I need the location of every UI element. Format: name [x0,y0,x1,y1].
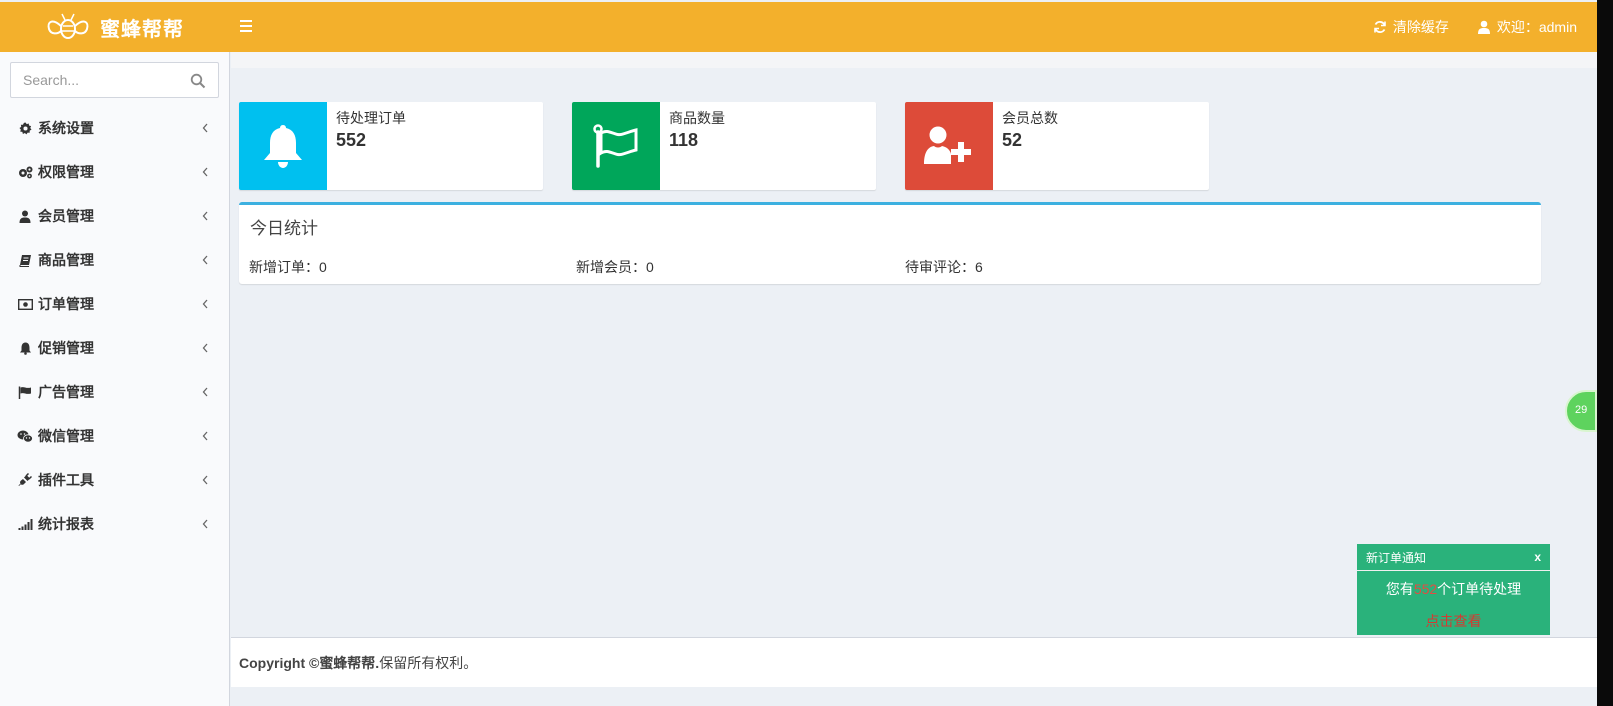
window-edge [1597,0,1613,706]
notification-close-button[interactable]: x [1534,550,1541,564]
sidebar-item-label: 促销管理 [38,341,94,357]
stat-pending-reviews: 待审评论：6 [905,259,983,275]
bell-icon [17,340,33,356]
sidebar-item-label: 插件工具 [38,473,94,489]
footer-brand-link[interactable]: 蜜蜂帮帮. [319,653,379,673]
brand[interactable]: 蜜蜂帮帮 [0,2,230,52]
stat-new-members: 新增会员：0 [576,259,654,275]
sidebar-item-ads[interactable]: 广告管理 [0,370,229,414]
notification-title: 新订单通知 [1366,550,1427,565]
sidebar-item-plugins[interactable]: 插件工具 [0,458,229,502]
user-plus-icon [905,102,993,190]
sidebar-item-wechat[interactable]: 微信管理 [0,414,229,458]
today-stats-panel: 今日统计 新增订单：0 新增会员：0 待审评论：6 [239,202,1541,284]
info-box-label: 商品数量 [669,110,725,126]
sidebar-item-products[interactable]: 商品管理 [0,238,229,282]
sidebar-item-promotions[interactable]: 促销管理 [0,326,229,370]
header-actions: 清除缓存 欢迎：admin [1345,2,1577,52]
sidebar-item-label: 会员管理 [38,209,94,225]
sidebar-item-label: 系统设置 [38,121,94,137]
bell-icon [239,102,327,190]
sidebar-toggle-button[interactable] [240,17,260,37]
sidebar-item-label: 统计报表 [38,517,94,533]
info-box-value: 552 [336,130,367,150]
info-box-members[interactable]: 会员总数 52 [905,102,1209,190]
flag-icon [17,384,33,400]
wechat-icon [17,428,33,444]
footer-copyright: Copyright © [239,654,320,671]
money-icon [17,296,33,312]
chevron-left-icon [202,167,208,177]
user-menu[interactable]: 欢迎：admin [1477,17,1577,37]
sidebar-item-members[interactable]: 会员管理 [0,194,229,238]
search-input[interactable] [11,72,181,88]
content-header-strip [231,52,1597,68]
notification-order-count: 552 [1413,581,1438,597]
today-stats-title: 今日统计 [250,219,318,239]
sidebar-item-orders[interactable]: 订单管理 [0,282,229,326]
chevron-left-icon [202,431,208,441]
sidebar-item-label: 广告管理 [38,385,94,401]
notification-header: 新订单通知 x [1357,544,1550,571]
menu-bar-icon [240,25,252,27]
sidebar-item-reports[interactable]: 统计报表 [0,502,229,546]
sidebar-item-label: 权限管理 [38,165,94,181]
menu-bar-icon [240,30,252,32]
search-icon[interactable] [190,73,206,89]
stat-new-orders: 新增订单：0 [249,259,327,275]
chevron-left-icon [202,299,208,309]
user-icon [17,208,33,224]
notification-msg-prefix: 您有 [1385,581,1414,597]
top-header: 蜜蜂帮帮 清除缓存 欢迎：admin [0,2,1597,52]
chevron-left-icon [202,211,208,221]
search-box [10,62,219,98]
plug-icon [17,472,33,488]
sidebar-item-label: 微信管理 [38,429,94,445]
sidebar-nav: 系统设置 权限管理 会员管理 商品管理 订单管理 促销管理 广告管理 微信管理 … [0,106,229,546]
sidebar-item-system-settings[interactable]: 系统设置 [0,106,229,150]
chevron-left-icon [202,343,208,353]
notification-message: 您有552个订单待处理 [1357,579,1550,599]
flag-icon [572,102,660,190]
chevron-left-icon [202,123,208,133]
clear-cache-label: 清除缓存 [1392,19,1449,35]
sidebar-item-label: 订单管理 [38,297,94,313]
footer-rights: 保留所有权利。 [379,654,478,671]
info-box-label: 会员总数 [1002,110,1058,126]
signal-icon [17,516,33,532]
menu-bar-icon [240,20,252,22]
chevron-left-icon [202,255,208,265]
sidebar-item-label: 商品管理 [38,253,94,269]
brand-name: 蜜蜂帮帮 [100,16,184,41]
sidebar: 系统设置 权限管理 会员管理 商品管理 [0,52,230,706]
info-box-label: 待处理订单 [336,110,406,126]
chevron-left-icon [202,387,208,397]
footer: Copyright © 蜜蜂帮帮. 保留所有权利。 [231,637,1597,687]
new-order-notification: 新订单通知 x 您有552个订单待处理 点击查看 [1357,544,1550,635]
info-box-pending-orders[interactable]: 待处理订单 552 [239,102,543,190]
chevron-left-icon [202,475,208,485]
sidebar-item-permissions[interactable]: 权限管理 [0,150,229,194]
notification-msg-suffix: 个订单待处理 [1437,581,1522,597]
bee-logo-icon [47,13,89,39]
gear-icon [17,120,33,136]
welcome-label: 欢迎：admin [1496,19,1577,35]
chevron-left-icon [202,519,208,529]
book-icon [17,252,33,268]
refresh-icon [1374,21,1386,33]
clear-cache-button[interactable]: 清除缓存 [1373,17,1449,37]
floating-badge-count: 29 [1575,404,1588,416]
info-box-value: 52 [1002,130,1023,150]
notification-view-link[interactable]: 点击查看 [1357,611,1550,631]
info-box-products[interactable]: 商品数量 118 [572,102,876,190]
user-icon [1477,20,1490,34]
info-box-value: 118 [669,130,699,150]
gears-icon [17,164,33,180]
